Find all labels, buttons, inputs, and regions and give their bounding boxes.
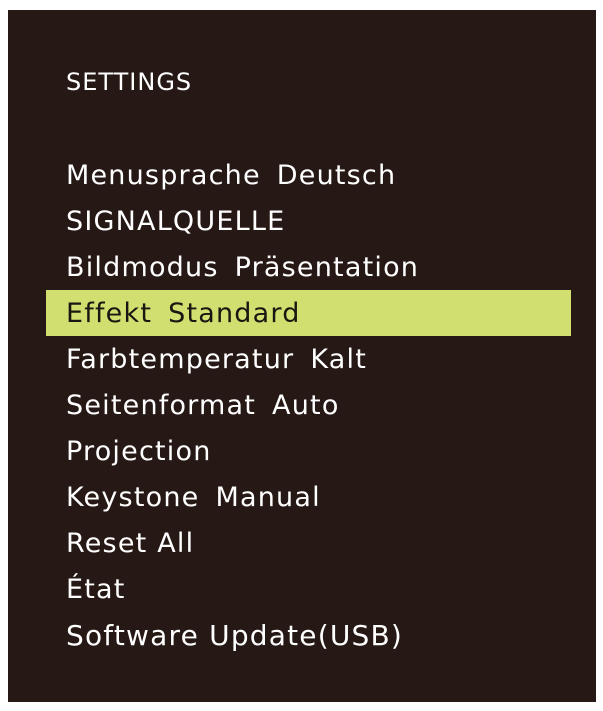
menu-item-label: SIGNALQUELLE — [66, 205, 286, 237]
menu-item-reset-all[interactable]: Reset All — [8, 520, 596, 566]
menu-item-label: Effekt — [66, 297, 153, 329]
menu-item-label: Farbtemperatur — [66, 343, 295, 375]
menu-item-label: Bildmodus — [66, 251, 219, 283]
menu-item-etat[interactable]: État — [8, 566, 596, 612]
menu-item-seitenformat[interactable]: Seitenformat Auto — [8, 382, 596, 428]
menu-item-signalquelle[interactable]: SIGNALQUELLE — [8, 198, 596, 244]
menu-item-projection[interactable]: Projection — [8, 428, 596, 474]
menu-item-value: Standard — [168, 297, 301, 329]
menu-item-farbtemperatur[interactable]: Farbtemperatur Kalt — [8, 336, 596, 382]
menu-item-value: Präsentation — [234, 251, 420, 283]
menu-item-value: Deutsch — [276, 159, 397, 191]
menu-item-software-update[interactable]: Software Update(USB) — [8, 612, 596, 658]
menu-item-label: Reset All — [66, 527, 195, 559]
menu-item-label: Projection — [66, 435, 212, 467]
menu-item-label: Software Update(USB) — [66, 618, 404, 652]
menu-item-value: Kalt — [310, 343, 368, 375]
menu-item-value: Auto — [272, 389, 340, 421]
menu-item-label: État — [66, 573, 126, 605]
settings-menu: Menusprache Deutsch SIGNALQUELLE Bildmod… — [8, 152, 596, 658]
menu-item-effekt[interactable]: Effekt Standard — [46, 290, 571, 336]
menu-item-label: Menusprache — [66, 159, 261, 191]
menu-item-keystone[interactable]: Keystone Manual — [8, 474, 596, 520]
menu-item-label: Seitenformat — [66, 389, 257, 421]
menu-item-menusprache[interactable]: Menusprache Deutsch — [8, 152, 596, 198]
page-title: SETTINGS — [66, 68, 193, 96]
settings-panel: SETTINGS Menusprache Deutsch SIGNALQUELL… — [8, 10, 596, 702]
menu-item-bildmodus[interactable]: Bildmodus Präsentation — [8, 244, 596, 290]
menu-item-value: Manual — [215, 481, 321, 513]
menu-item-label: Keystone — [66, 481, 200, 513]
